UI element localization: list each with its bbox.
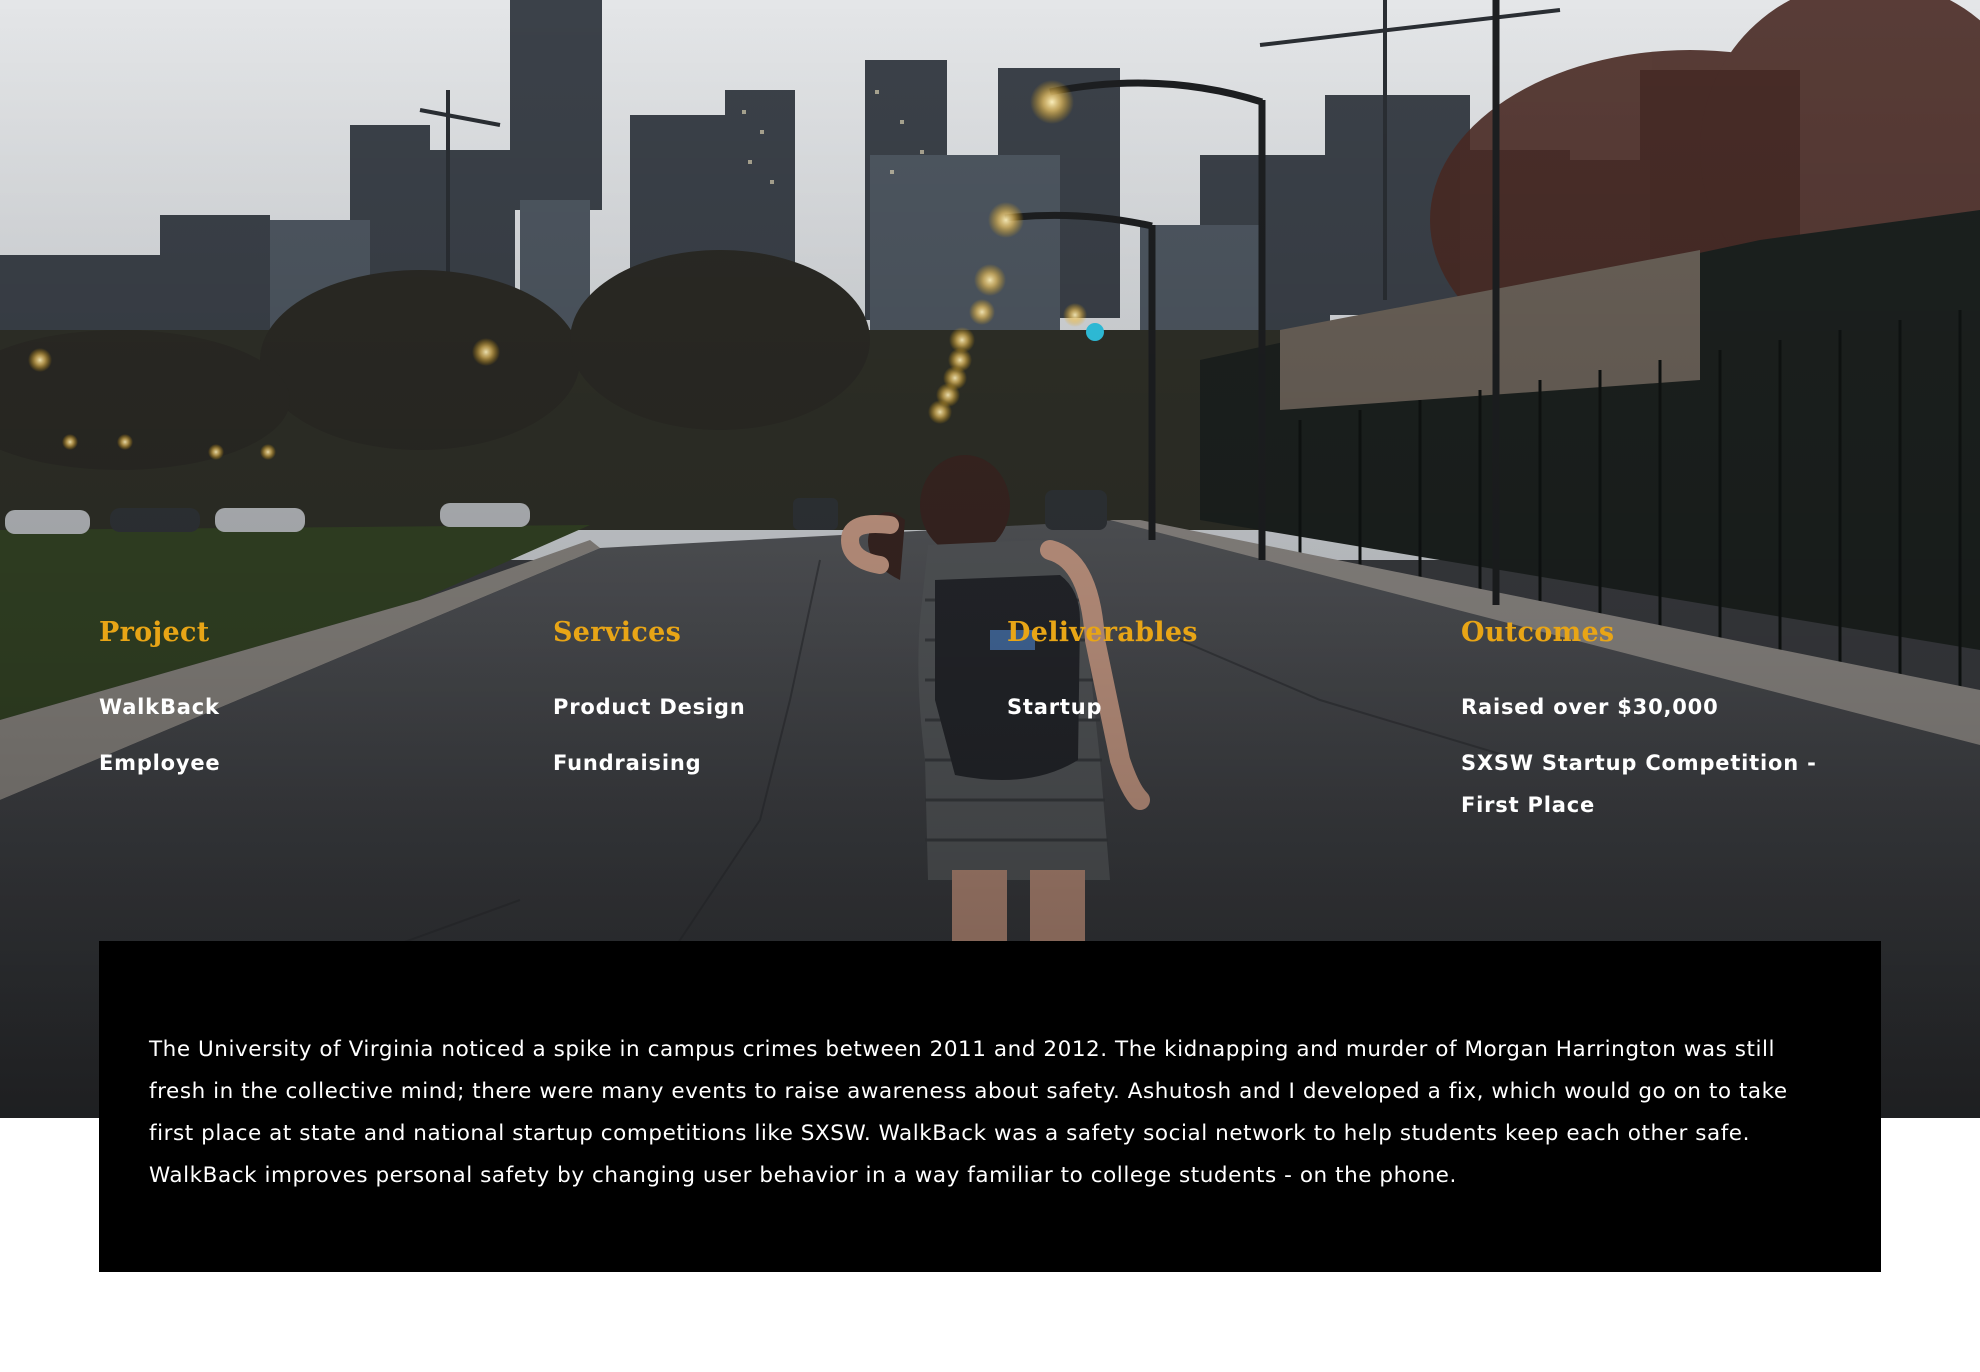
outcomes-item-raised: Raised over $30,000 (1461, 695, 1719, 719)
services-item-product-design: Product Design (553, 695, 746, 719)
project-description-box: The University of Virginia noticed a spi… (99, 941, 1881, 1272)
services-heading: Services (553, 617, 682, 648)
project-summary-columns: Project WalkBack Employee Services Produ… (99, 614, 1881, 854)
project-page: Project WalkBack Employee Services Produ… (0, 0, 1980, 1372)
project-item-walkback: WalkBack (99, 695, 220, 719)
project-description: The University of Virginia noticed a spi… (149, 1037, 1788, 1188)
deliverables-column: Deliverables Startup (1007, 614, 1407, 742)
outcomes-item-sxsw: SXSW Startup Competition - First Place (1461, 751, 1817, 817)
deliverables-heading: Deliverables (1007, 617, 1198, 648)
outcomes-heading: Outcomes (1461, 617, 1615, 648)
services-item-fundraising: Fundraising (553, 751, 702, 775)
services-column: Services Product Design Fundraising (553, 614, 953, 798)
deliverables-item-startup: Startup (1007, 695, 1103, 719)
project-item-employee: Employee (99, 751, 221, 775)
project-column: Project WalkBack Employee (99, 614, 499, 798)
project-heading: Project (99, 617, 210, 648)
outcomes-column: Outcomes Raised over $30,000 SXSW Startu… (1461, 614, 1861, 840)
